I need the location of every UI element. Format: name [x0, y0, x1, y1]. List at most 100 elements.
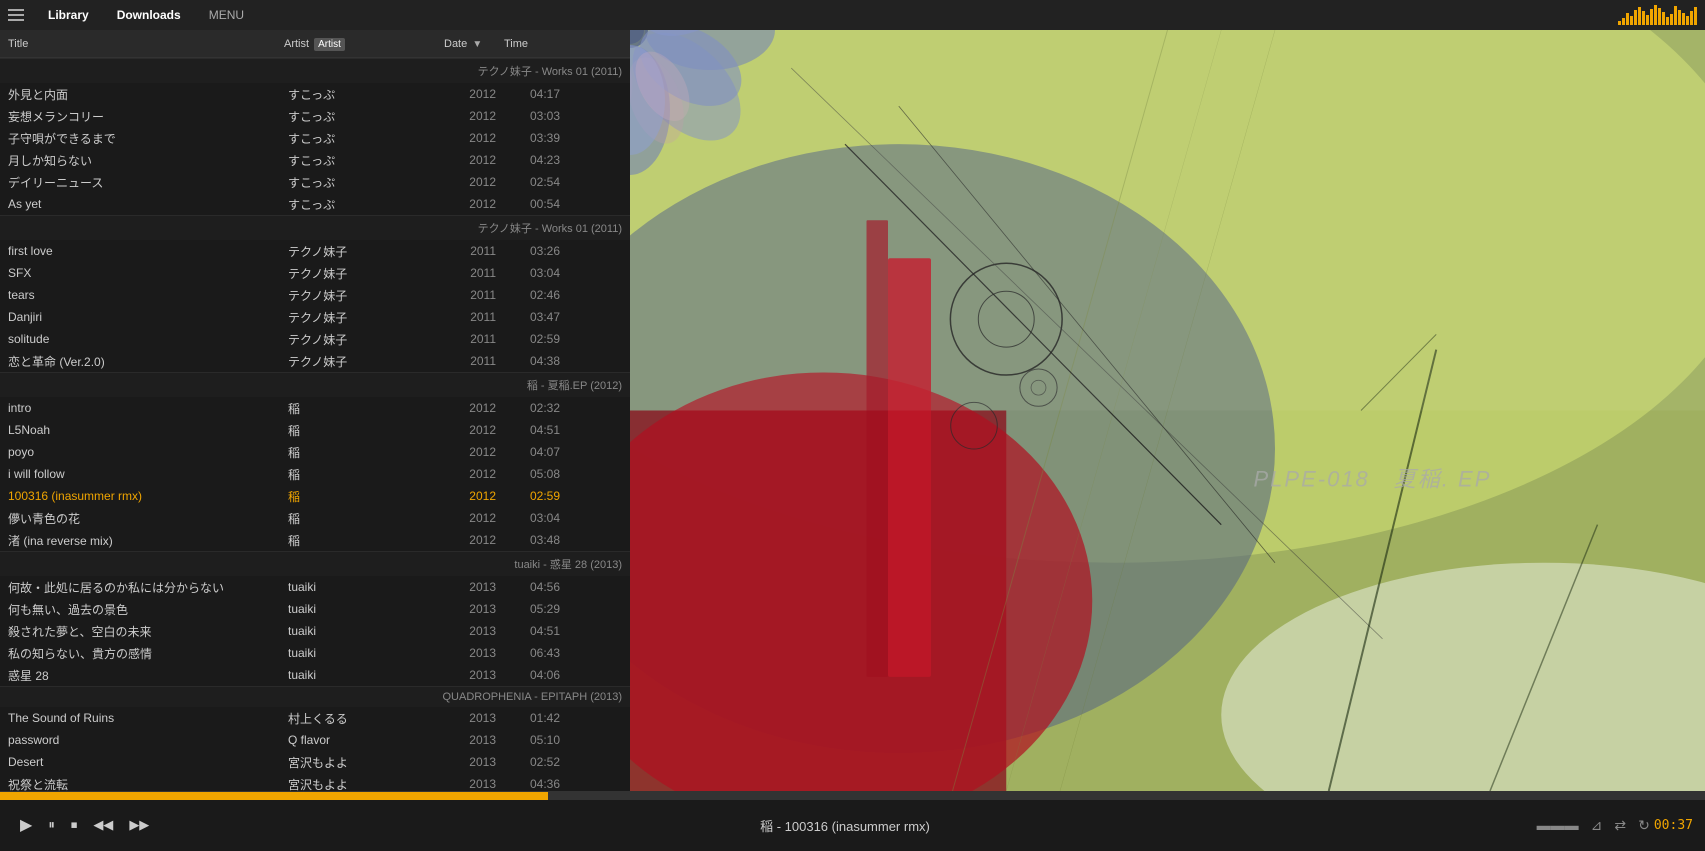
track-time: 04:23	[504, 153, 564, 167]
track-artist: すこっぷ	[284, 108, 444, 125]
track-time: 03:03	[504, 109, 564, 123]
table-row[interactable]: passwordQ flavor201305:10	[0, 729, 630, 751]
pause-button[interactable]: ⏸	[40, 813, 63, 837]
table-row[interactable]: 外見と内面すこっぷ201204:17	[0, 83, 630, 105]
tab-menu[interactable]: MENU	[197, 4, 256, 26]
table-row[interactable]: 月しか知らないすこっぷ201204:23	[0, 149, 630, 171]
track-title: 何故・此処に居るのか私には分からない	[4, 579, 284, 596]
track-date: 2012	[444, 131, 504, 145]
visualizer-bar	[1674, 6, 1677, 25]
album-header: 稲 - 夏稲.EP (2012)	[0, 372, 630, 397]
track-date: 2013	[444, 602, 504, 616]
track-artist: tuaiki	[284, 624, 444, 638]
tab-library[interactable]: Library	[36, 4, 101, 26]
table-row[interactable]: poyo稲201204:07	[0, 441, 630, 463]
track-date: 2012	[444, 445, 504, 459]
visualizer-bar	[1642, 11, 1645, 25]
track-time: 05:08	[504, 467, 564, 481]
table-row[interactable]: 何故・此処に居るのか私には分からないtuaiki201304:56	[0, 576, 630, 598]
progress-bar[interactable]	[0, 792, 1705, 800]
track-date: 2013	[444, 733, 504, 747]
track-title: 儚い青色の花	[4, 510, 284, 527]
table-row[interactable]: The Sound of Ruins村上くるる201301:42	[0, 707, 630, 729]
track-scroll-area[interactable]: テクノ妹子 - Works 01 (2011) 外見と内面すこっぷ201204:1…	[0, 58, 630, 791]
eq-button[interactable]: ▬▬▬	[1533, 815, 1583, 835]
time-display: 00:37	[1654, 818, 1693, 833]
table-row[interactable]: intro稲201202:32	[0, 397, 630, 419]
track-artist: 稲	[284, 532, 444, 549]
track-title: 100316 (inasummer rmx)	[4, 489, 284, 503]
track-title: SFX	[4, 266, 284, 280]
table-row[interactable]: 100316 (inasummer rmx)稲201202:59	[0, 485, 630, 507]
table-row[interactable]: 恋と革命 (Ver.2.0)テクノ妹子201104:38	[0, 350, 630, 372]
track-title: 殺された夢と、空白の未来	[4, 623, 284, 640]
track-artist: テクノ妹子	[284, 265, 444, 282]
track-artist: 村上くるる	[284, 710, 444, 727]
track-time: 04:07	[504, 445, 564, 459]
track-artist: Q flavor	[284, 733, 444, 747]
album-header: テクノ妹子 - Works 01 (2011)	[0, 215, 630, 240]
table-row[interactable]: Danjiriテクノ妹子201103:47	[0, 306, 630, 328]
visualizer-bar	[1630, 16, 1633, 25]
table-row[interactable]: 私の知らない、貴方の感情tuaiki201306:43	[0, 642, 630, 664]
track-title: As yet	[4, 197, 284, 211]
table-row[interactable]: 惑星 28tuaiki201304:06	[0, 664, 630, 686]
track-date: 2013	[444, 624, 504, 638]
track-date: 2012	[444, 511, 504, 525]
track-time: 05:29	[504, 602, 564, 616]
table-row[interactable]: L5Noah稲201204:51	[0, 419, 630, 441]
table-row[interactable]: 殺された夢と、空白の未来tuaiki201304:51	[0, 620, 630, 642]
top-bar: Library Downloads MENU	[0, 0, 1705, 30]
volume-button[interactable]: ⊿	[1587, 815, 1607, 836]
track-title: 子守唄ができるまで	[4, 130, 284, 147]
shuffle-button[interactable]: ⇄	[1610, 815, 1630, 836]
visualizer-bar	[1662, 12, 1665, 25]
track-date: 2013	[444, 668, 504, 682]
track-artist: 稲	[284, 444, 444, 461]
visualizer-bar	[1686, 16, 1689, 25]
prev-button[interactable]: ◀◀	[85, 813, 121, 837]
track-date: 2011	[444, 354, 504, 368]
table-row[interactable]: solitudeテクノ妹子201102:59	[0, 328, 630, 350]
playback-controls: ▶ ⏸ ⏹ ◀◀ ▶▶ 稲 - 100316 (inasummer rmx) ▬…	[0, 800, 1705, 851]
visualizer-bar	[1626, 13, 1629, 25]
track-artist: テクノ妹子	[284, 331, 444, 348]
table-row[interactable]: デイリーニュースすこっぷ201202:54	[0, 171, 630, 193]
track-time: 02:46	[504, 288, 564, 302]
visualizer-bar	[1638, 7, 1641, 25]
table-row[interactable]: 子守唄ができるまですこっぷ201203:39	[0, 127, 630, 149]
track-date: 2012	[444, 533, 504, 547]
table-row[interactable]: 妄想メランコリーすこっぷ201203:03	[0, 105, 630, 127]
play-button[interactable]: ▶	[12, 811, 40, 839]
track-title: 渚 (ina reverse mix)	[4, 532, 284, 549]
next-button[interactable]: ▶▶	[121, 813, 157, 837]
repeat-button[interactable]: ↻	[1634, 815, 1654, 836]
table-row[interactable]: 渚 (ina reverse mix)稲201203:48	[0, 529, 630, 551]
tab-downloads[interactable]: Downloads	[105, 4, 193, 26]
table-row[interactable]: As yetすこっぷ201200:54	[0, 193, 630, 215]
table-row[interactable]: 何も無い、過去の景色tuaiki201305:29	[0, 598, 630, 620]
table-row[interactable]: Desert宮沢もよよ201302:52	[0, 751, 630, 773]
table-row[interactable]: i will follow稲201205:08	[0, 463, 630, 485]
col-date-header[interactable]: Date ▼	[440, 38, 500, 50]
visualizer-bar	[1670, 14, 1673, 25]
track-title: 月しか知らない	[4, 152, 284, 169]
track-title: The Sound of Ruins	[4, 711, 284, 725]
table-row[interactable]: first loveテクノ妹子201103:26	[0, 240, 630, 262]
track-date: 2013	[444, 777, 504, 791]
track-title: 何も無い、過去の景色	[4, 601, 284, 618]
track-date: 2012	[444, 87, 504, 101]
track-title: password	[4, 733, 284, 747]
artist-sort-badge: Artist	[314, 38, 345, 51]
table-row[interactable]: 儚い青色の花稲201203:04	[0, 507, 630, 529]
menu-icon[interactable]	[8, 6, 26, 24]
table-row[interactable]: tearsテクノ妹子201102:46	[0, 284, 630, 306]
track-time: 06:43	[504, 646, 564, 660]
table-row[interactable]: 祝祭と流転宮沢もよよ201304:36	[0, 773, 630, 791]
main-content: Title Artist Artist Date ▼ Time テクノ妹子 - …	[0, 30, 1705, 791]
table-row[interactable]: SFXテクノ妹子201103:04	[0, 262, 630, 284]
track-artist: テクノ妹子	[284, 287, 444, 304]
track-list: Title Artist Artist Date ▼ Time テクノ妹子 - …	[0, 30, 630, 791]
stop-button[interactable]: ⏹	[63, 813, 86, 837]
col-artist-header[interactable]: Artist Artist	[280, 38, 440, 50]
